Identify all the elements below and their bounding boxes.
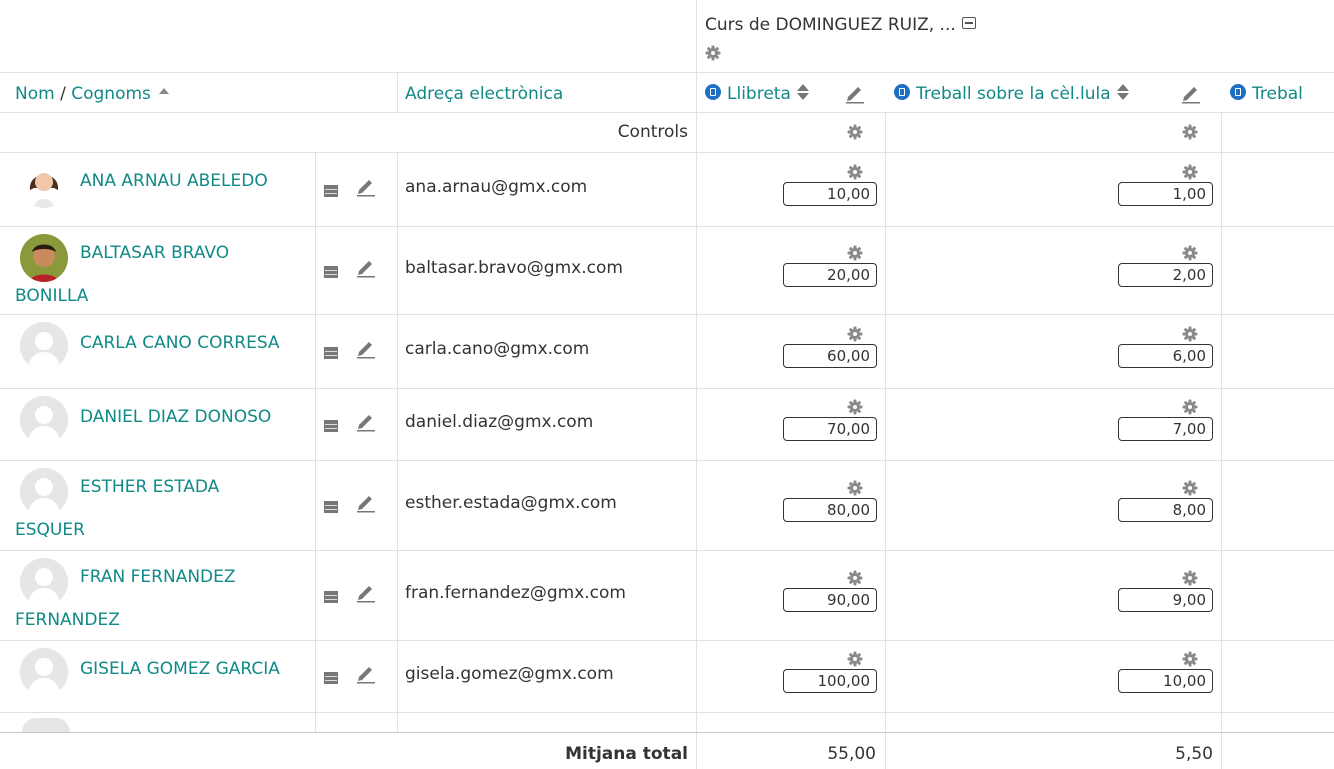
grade-input[interactable]: 10,00 [783, 182, 877, 206]
gear-icon[interactable] [847, 124, 863, 140]
student-email: esther.estada@gmx.com [405, 493, 617, 513]
item-header-treball-2: Trebal [1230, 84, 1303, 104]
single-view-icon[interactable] [324, 672, 338, 684]
gear-icon[interactable] [1182, 480, 1198, 496]
item-link-llibreta[interactable]: Llibreta [727, 84, 791, 104]
edit-pencil-icon[interactable] [355, 412, 377, 432]
user-avatar[interactable] [20, 648, 68, 696]
student-name-link[interactable]: GISELA GOMEZ GARCIA [80, 659, 280, 679]
gear-icon[interactable] [1182, 326, 1198, 342]
student-name-link[interactable]: FRAN FERNANDEZ [80, 567, 236, 587]
grade-input[interactable]: 60,00 [783, 344, 877, 368]
assignment-icon [894, 84, 910, 100]
sort-by-firstname-link[interactable]: Nom [15, 84, 55, 104]
edit-pencil-icon[interactable] [355, 583, 377, 603]
email-column-header[interactable]: Adreça electrònica [405, 84, 563, 104]
sort-asc-icon [158, 88, 169, 94]
gear-icon[interactable] [847, 480, 863, 496]
assignment-icon [1230, 84, 1246, 100]
edit-pencil-icon[interactable] [1180, 84, 1202, 104]
grade-input[interactable]: 20,00 [783, 263, 877, 287]
avatar [22, 718, 70, 732]
overall-average-label: Mitjana total [565, 744, 688, 764]
gear-icon[interactable] [1182, 399, 1198, 415]
sort-updown-icon[interactable] [795, 83, 809, 101]
student-email: carla.cano@gmx.com [405, 339, 590, 359]
grade-input[interactable]: 10,00 [1118, 669, 1213, 693]
name-separator: / [54, 84, 72, 104]
sort-updown-icon[interactable] [1115, 83, 1129, 101]
edit-pencil-icon[interactable] [355, 664, 377, 684]
gear-icon[interactable] [1182, 570, 1198, 586]
gear-icon[interactable] [847, 570, 863, 586]
grade-input[interactable]: 8,00 [1118, 498, 1213, 522]
edit-pencil-icon[interactable] [355, 339, 377, 359]
gear-icon[interactable] [1182, 164, 1198, 180]
grade-input[interactable]: 2,00 [1118, 263, 1213, 287]
student-name-link-continued[interactable]: FERNANDEZ [15, 610, 120, 630]
user-avatar[interactable] [20, 396, 68, 444]
edit-pencil-icon[interactable] [355, 258, 377, 278]
grade-input[interactable]: 6,00 [1118, 344, 1213, 368]
grade-input[interactable]: 9,00 [1118, 588, 1213, 612]
student-email: fran.fernandez@gmx.com [405, 583, 626, 603]
edit-pencil-icon[interactable] [844, 84, 866, 104]
grade-input[interactable]: 80,00 [783, 498, 877, 522]
user-avatar[interactable] [20, 322, 68, 370]
user-avatar[interactable] [20, 558, 68, 606]
grade-input[interactable]: 7,00 [1118, 417, 1213, 441]
grade-input[interactable]: 90,00 [783, 588, 877, 612]
student-name-link[interactable]: ESTHER ESTADA [80, 477, 219, 497]
item-link-treball-2[interactable]: Trebal [1252, 84, 1303, 104]
overall-average-treball: 5,50 [1175, 744, 1213, 764]
sort-by-lastname-link[interactable]: Cognoms [71, 84, 151, 104]
collapse-icon[interactable] [961, 17, 976, 29]
gear-icon[interactable] [847, 651, 863, 667]
edit-pencil-icon[interactable] [355, 493, 377, 513]
single-view-icon[interactable] [324, 185, 338, 197]
student-email: gisela.gomez@gmx.com [405, 664, 614, 684]
single-view-icon[interactable] [324, 347, 338, 359]
student-email: baltasar.bravo@gmx.com [405, 258, 623, 278]
student-name-link-continued[interactable]: ESQUER [15, 520, 85, 540]
category-header: Curs de DOMINGUEZ RUIZ, ... [705, 15, 976, 35]
gear-icon[interactable] [1182, 651, 1198, 667]
student-email: ana.arnau@gmx.com [405, 177, 588, 197]
user-avatar[interactable] [20, 468, 68, 516]
single-view-icon[interactable] [324, 420, 338, 432]
gear-icon[interactable] [847, 164, 863, 180]
controls-label: Controls [617, 122, 688, 142]
user-avatar[interactable] [20, 234, 68, 282]
grade-input[interactable]: 70,00 [783, 417, 877, 441]
gear-icon[interactable] [1182, 245, 1198, 261]
gear-icon[interactable] [705, 45, 721, 61]
item-header-treball: Treball sobre la cèl.lula [894, 84, 1129, 104]
edit-pencil-icon[interactable] [355, 177, 377, 197]
student-name-link[interactable]: DANIEL DIAZ DONOSO [80, 407, 271, 427]
item-link-treball[interactable]: Treball sobre la cèl.lula [916, 84, 1111, 104]
item-header-llibreta: Llibreta [705, 84, 809, 104]
overall-average-llibreta: 55,00 [827, 744, 876, 764]
gear-icon[interactable] [1182, 124, 1198, 140]
single-view-icon[interactable] [324, 266, 338, 278]
student-email: daniel.diaz@gmx.com [405, 412, 594, 432]
student-name-link[interactable]: BALTASAR BRAVO [80, 243, 229, 263]
student-name-link[interactable]: ANA ARNAU ABELEDO [80, 171, 268, 191]
grade-input[interactable]: 1,00 [1118, 182, 1213, 206]
name-column-header: Nom / Cognoms [15, 84, 169, 104]
student-name-link[interactable]: CARLA CANO CORRESA [80, 333, 280, 353]
student-name-link-continued[interactable]: BONILLA [15, 286, 88, 306]
gear-icon[interactable] [847, 326, 863, 342]
single-view-icon[interactable] [324, 501, 338, 513]
grade-input[interactable]: 100,00 [783, 669, 877, 693]
assignment-icon [705, 84, 721, 100]
category-title: Curs de DOMINGUEZ RUIZ, ... [705, 15, 956, 35]
gear-icon[interactable] [847, 399, 863, 415]
gear-icon[interactable] [847, 245, 863, 261]
user-avatar[interactable] [20, 160, 68, 208]
single-view-icon[interactable] [324, 591, 338, 603]
